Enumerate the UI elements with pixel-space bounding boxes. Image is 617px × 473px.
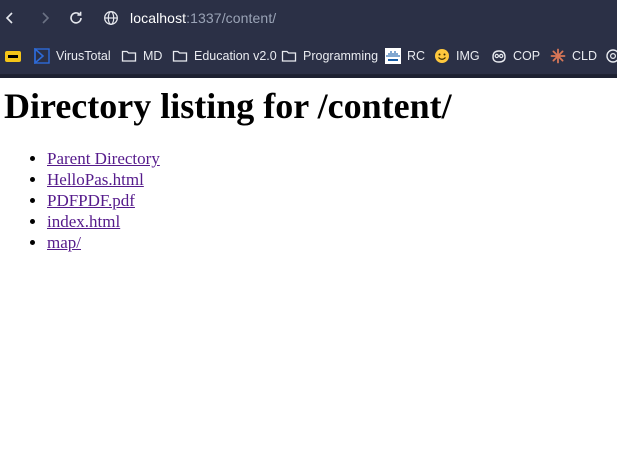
copilot-icon <box>491 48 507 64</box>
claude-icon <box>550 48 566 64</box>
bookmark-virustotal[interactable]: VirusTotal <box>34 47 111 65</box>
list-item: index.html <box>47 211 160 232</box>
page-title: Directory listing for /content/ <box>4 86 452 126</box>
browser-toolbar: localhost:1337/content/ <box>0 0 617 36</box>
address-bar[interactable]: localhost:1337/content/ <box>96 6 616 30</box>
list-item: Parent Directory <box>47 148 160 169</box>
file-link-index[interactable]: index.html <box>47 212 120 231</box>
reload-button[interactable] <box>66 8 86 28</box>
bookmark-yellow[interactable] <box>5 47 21 65</box>
bookmark-label: Education v2.0 <box>194 49 277 63</box>
arrow-right-icon <box>42 12 50 24</box>
forward-button[interactable] <box>35 8 55 28</box>
bookmark-label: RC <box>407 49 426 63</box>
list-item: HelloPas.html <box>47 169 160 190</box>
bookmark-folder-programming[interactable]: Programming <box>281 47 378 65</box>
bookmark-label: CLD <box>572 49 598 63</box>
bookmark-cop[interactable]: COP <box>491 47 540 65</box>
bookmark-label: MD <box>143 49 163 63</box>
virustotal-icon <box>34 48 50 64</box>
bookmark-label: VirusTotal <box>56 49 111 63</box>
file-link-hellopas[interactable]: HelloPas.html <box>47 170 144 189</box>
bookmark-label: IMG <box>456 49 480 63</box>
bookmark-label: COP <box>513 49 541 63</box>
folder-icon <box>172 48 188 64</box>
back-button[interactable] <box>0 8 20 28</box>
page-content: Directory listing for /content/ Parent D… <box>0 78 617 473</box>
url-host: localhost <box>130 10 187 26</box>
bookmark-label: Programming <box>303 49 379 63</box>
folder-icon <box>281 48 297 64</box>
folder-icon <box>121 48 137 64</box>
site-info-icon[interactable] <box>100 7 122 29</box>
openai-icon <box>605 48 617 64</box>
yellow-badge-icon <box>5 48 21 64</box>
folder-link-map[interactable]: map/ <box>47 233 81 252</box>
list-item: map/ <box>47 232 160 253</box>
file-list: Parent Directory HelloPas.html PDFPDF.pd… <box>27 148 160 253</box>
bookmark-openai[interactable] <box>605 47 617 65</box>
bookmark-img[interactable]: IMG <box>434 47 480 65</box>
url-path: :1337/content/ <box>186 10 277 26</box>
file-link-pdfpdf[interactable]: PDFPDF.pdf <box>47 191 135 210</box>
bookmark-folder-md[interactable]: MD <box>121 47 162 65</box>
bookmark-cld[interactable]: CLD <box>550 47 597 65</box>
cisco-icon <box>385 48 401 64</box>
url-text[interactable]: localhost:1337/content/ <box>130 10 276 26</box>
bookmark-rc[interactable]: RC <box>385 47 425 65</box>
reload-icon <box>70 11 82 24</box>
bookmark-folder-education[interactable]: Education v2.0 <box>172 47 277 65</box>
hugging-face-icon <box>434 48 450 64</box>
arrow-left-icon <box>5 12 13 24</box>
parent-directory-link[interactable]: Parent Directory <box>47 149 160 168</box>
list-item: PDFPDF.pdf <box>47 190 160 211</box>
